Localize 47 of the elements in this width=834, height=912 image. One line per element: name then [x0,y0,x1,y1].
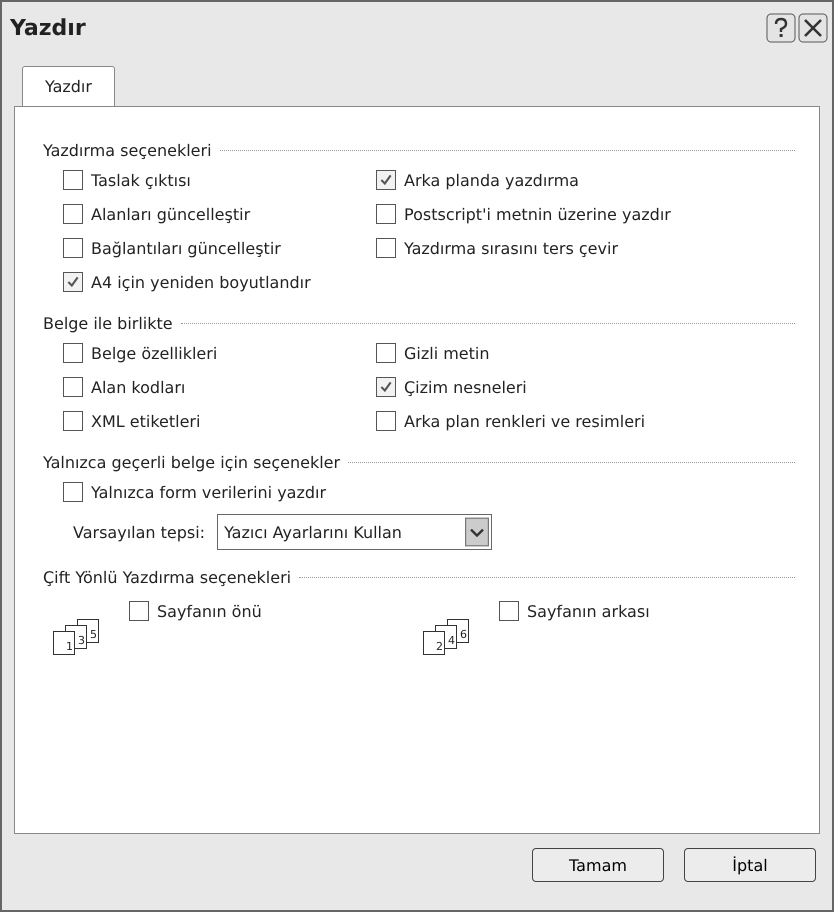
checkbox[interactable] [376,411,396,431]
checkbox-label[interactable]: A4 için yeniden boyutlandır [91,272,311,292]
checkbox-label[interactable]: Yazdırma sırasını ters çevir [404,238,618,258]
checkbox[interactable] [63,343,83,363]
checkbox[interactable] [63,238,83,258]
checkbox-label[interactable]: Arka plan renkleri ve resimleri [404,412,646,430]
section-title: Çift Yönlü Yazdırma seçenekleri [43,568,292,587]
window-title: Yazdır [10,16,86,40]
section-title: Yazdırma seçenekleri [43,141,212,160]
checkbox-label[interactable]: Sayfanın önü [157,602,262,620]
checkbox[interactable] [499,601,519,621]
checkmark-icon [379,173,393,187]
checkbox-label[interactable]: Belge özellikleri [91,344,218,362]
checkbox-label[interactable]: Alanları güncelleştir [91,204,250,224]
section-title: Belge ile birlikte [43,314,173,333]
checkbox[interactable] [63,204,83,224]
checkbox-label[interactable]: XML etiketleri [91,412,200,430]
checkbox-label[interactable]: Bağlantıları güncelleştir [91,238,281,258]
checkbox-label[interactable]: Gizli metin [404,344,490,362]
checkbox[interactable] [376,170,396,190]
checkbox-label[interactable]: Postscript'i metnin üzerine yazdır [404,204,671,224]
tray-dropdown[interactable]: Yazıcı Ayarlarını Kullan [217,514,492,550]
section-title: Yalnızca geçerli belge için seçenekler [43,453,340,472]
tab[interactable]: Yazdır [22,66,115,106]
checkbox-label[interactable]: Yalnızca form verilerini yazdır [91,482,326,502]
checkbox-label[interactable]: Alan kodları [91,378,186,396]
checkbox[interactable] [376,377,396,397]
checkbox-label[interactable]: Çizim nesneleri [404,378,527,396]
checkbox[interactable] [63,272,83,292]
close-icon[interactable] [798,13,828,43]
checkbox[interactable] [376,343,396,363]
dialog-button[interactable]: İptal [684,848,816,882]
help-icon[interactable] [766,13,796,43]
checkbox[interactable] [376,204,396,224]
checkbox[interactable] [63,170,83,190]
checkbox-label[interactable]: Sayfanın arkası [527,602,650,620]
tray-label: Varsayılan tepsi: [73,522,206,542]
checkbox-label[interactable]: Arka planda yazdırma [404,170,579,190]
checkbox[interactable] [63,411,83,431]
checkmark-icon [66,275,80,289]
checkbox[interactable] [63,377,83,397]
checkbox-label[interactable]: Taslak çıktısı [91,170,191,190]
dialog-button[interactable]: Tamam [532,848,664,882]
checkbox[interactable] [63,482,83,502]
checkmark-icon [379,380,393,394]
checkbox[interactable] [129,601,149,621]
checkbox[interactable] [376,238,396,258]
